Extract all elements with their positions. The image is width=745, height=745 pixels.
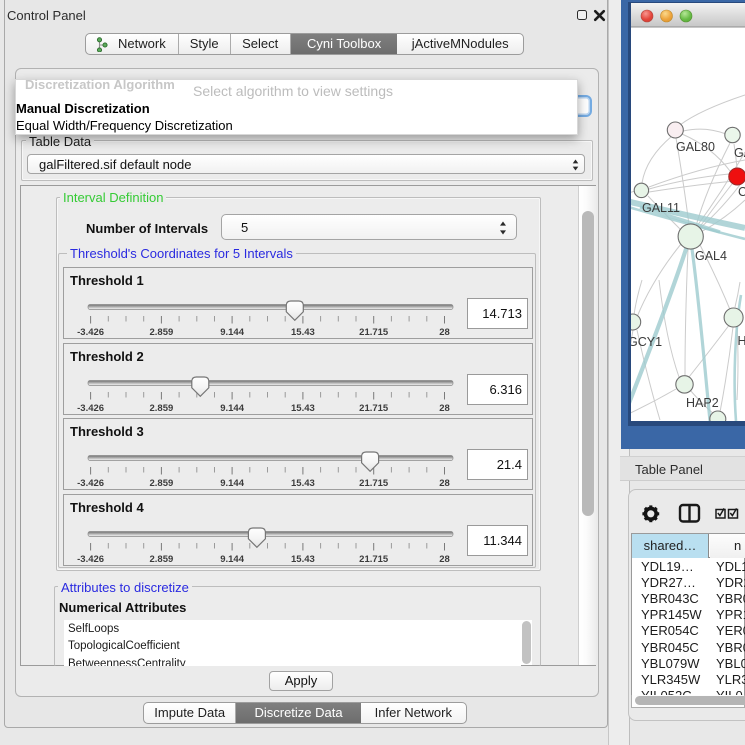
svg-text:2.859: 2.859 [150,403,174,414]
svg-text:21.715: 21.715 [359,403,389,414]
svg-text:GAL11: GAL11 [642,201,680,215]
svg-text:-3.426: -3.426 [77,554,104,565]
svg-text:GCY1: GCY1 [628,335,662,349]
svg-text:9.144: 9.144 [220,327,244,338]
svg-text:9.144: 9.144 [220,478,244,489]
svg-text:28: 28 [439,478,450,489]
svg-text:15.43: 15.43 [291,554,315,565]
svg-text:H: H [738,334,745,348]
svg-text:2.859: 2.859 [150,554,174,565]
svg-text:9.144: 9.144 [220,403,244,414]
svg-text:GAL4: GAL4 [695,249,727,263]
svg-text:GA: GA [734,146,745,160]
svg-text:HAP2: HAP2 [686,396,719,410]
svg-text:GAL80: GAL80 [676,140,715,154]
svg-text:15.43: 15.43 [291,478,315,489]
svg-text:28: 28 [439,554,450,565]
svg-text:15.43: 15.43 [291,327,315,338]
svg-text:-3.426: -3.426 [77,327,104,338]
svg-text:15.43: 15.43 [291,403,315,414]
svg-text:2.859: 2.859 [150,327,174,338]
svg-text:21.715: 21.715 [359,327,389,338]
svg-text:C: C [738,185,745,199]
svg-text:28: 28 [439,327,450,338]
svg-text:28: 28 [439,403,450,414]
svg-text:21.715: 21.715 [359,478,389,489]
svg-text:9.144: 9.144 [220,554,244,565]
svg-text:-3.426: -3.426 [77,403,104,414]
svg-text:21.715: 21.715 [359,554,389,565]
svg-text:2.859: 2.859 [150,478,174,489]
svg-text:-3.426: -3.426 [77,478,104,489]
